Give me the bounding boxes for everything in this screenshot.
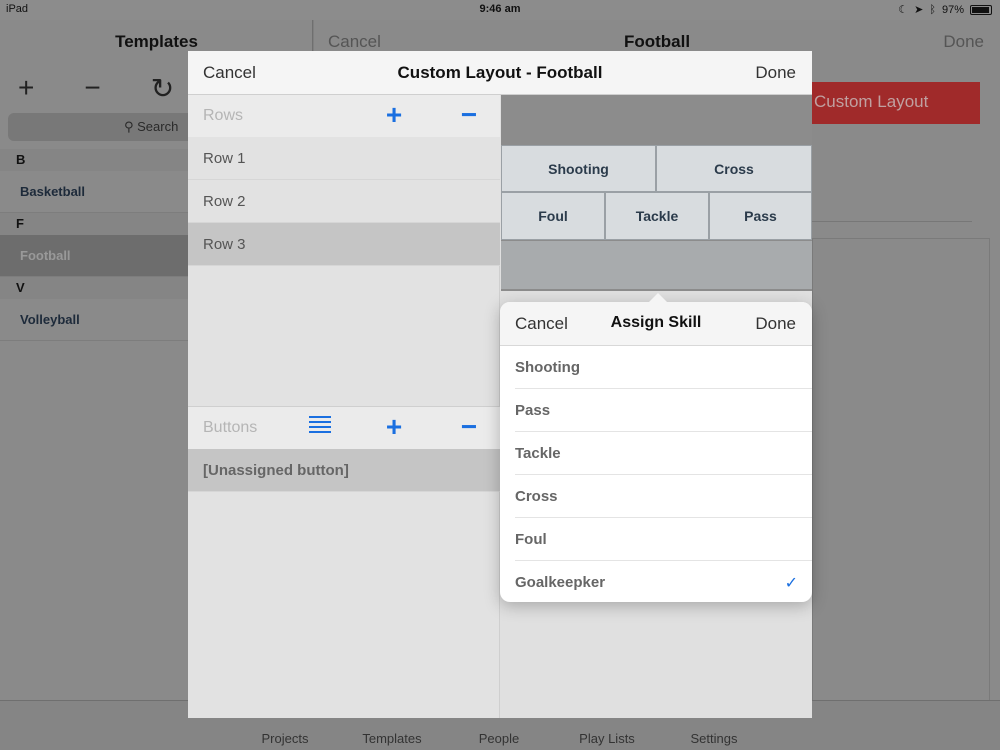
- tab-projects[interactable]: Projects: [240, 731, 330, 746]
- skill-item-tackle[interactable]: Tackle: [500, 432, 812, 475]
- search-placeholder: Search: [137, 119, 179, 134]
- grid-button-shooting[interactable]: Shooting: [501, 145, 656, 192]
- detail-box: [812, 238, 990, 706]
- row-item-2[interactable]: Row 2: [188, 180, 500, 223]
- refresh-icon[interactable]: ↻: [151, 72, 174, 105]
- grid-row-empty[interactable]: [501, 241, 812, 289]
- grid-button-foul[interactable]: Foul: [501, 192, 605, 240]
- layout-preview: Shooting Cross Foul Tackle Pass: [501, 95, 812, 291]
- assign-skill-popover: Cancel Assign Skill Done Shooting Pass T…: [500, 293, 812, 604]
- skill-label: Foul: [515, 531, 547, 548]
- skill-item-shooting[interactable]: Shooting: [500, 346, 812, 389]
- checkmark-icon: ✓: [784, 575, 798, 592]
- search-icon: ⚲: [124, 119, 138, 134]
- skill-label: Shooting: [515, 359, 580, 376]
- remove-icon[interactable]: −: [84, 72, 100, 105]
- popover-done-button[interactable]: Done: [755, 314, 796, 334]
- skill-item-foul[interactable]: Foul: [500, 518, 812, 561]
- battery-percent: 97%: [941, 3, 964, 16]
- detail-done-button[interactable]: Done: [943, 32, 984, 52]
- tab-settings[interactable]: Settings: [669, 731, 759, 746]
- tab-people[interactable]: People: [454, 731, 544, 746]
- skill-label: Goalkeepker: [515, 574, 606, 591]
- grid-button-tackle[interactable]: Tackle: [605, 192, 709, 240]
- grid-button-cross[interactable]: Cross: [656, 145, 812, 192]
- location-icon: ➤: [914, 4, 924, 16]
- skill-label: Tackle: [515, 445, 561, 462]
- skill-label: Pass: [515, 402, 551, 419]
- add-icon[interactable]: +: [18, 72, 34, 105]
- battery-icon: [970, 4, 992, 15]
- buttons-label: Buttons: [203, 419, 258, 436]
- status-icons: ☾ ➤ ᛒ 97%: [898, 3, 992, 16]
- tab-play-lists[interactable]: Play Lists: [562, 731, 652, 746]
- modal-header: Cancel Custom Layout - Football Done: [188, 51, 812, 95]
- remove-button-button[interactable]: −: [456, 413, 482, 441]
- skill-item-pass[interactable]: Pass: [500, 389, 812, 432]
- templates-toolbar: + − ↻: [18, 72, 174, 105]
- modal-done-button[interactable]: Done: [755, 63, 796, 83]
- popover-header: Cancel Assign Skill Done: [500, 302, 812, 346]
- reorder-icon[interactable]: [309, 416, 331, 436]
- detail-title: Football: [623, 32, 691, 51]
- rows-header: Rows + −: [188, 95, 500, 137]
- layout-editor-list: Rows + − Row 1 Row 2 Row 3 Buttons + − […: [188, 95, 500, 718]
- tab-templates[interactable]: Templates: [347, 731, 437, 746]
- skill-item-cross[interactable]: Cross: [500, 475, 812, 518]
- row-item-1[interactable]: Row 1: [188, 137, 500, 180]
- modal-title: Custom Layout - Football: [397, 63, 603, 82]
- bluetooth-icon: ᛒ: [929, 3, 936, 16]
- clock: 9:46 am: [479, 3, 521, 15]
- buttons-header: Buttons + −: [188, 407, 500, 449]
- templates-title: Templates: [115, 32, 198, 51]
- remove-row-button[interactable]: −: [456, 101, 482, 129]
- rows-label: Rows: [203, 107, 244, 124]
- add-row-button[interactable]: +: [381, 101, 407, 129]
- unassigned-button-item[interactable]: [Unassigned button]: [188, 449, 500, 492]
- divider: [812, 221, 972, 222]
- moon-icon: ☾: [898, 4, 909, 16]
- skill-item-goalkeepker[interactable]: Goalkeepker ✓: [500, 561, 812, 604]
- add-button-button[interactable]: +: [381, 413, 407, 441]
- row-item-3[interactable]: Row 3: [188, 223, 500, 266]
- custom-layout-button[interactable]: Custom Layout: [804, 82, 980, 124]
- skill-label: Cross: [515, 488, 558, 505]
- status-bar: iPad 9:46 am ☾ ➤ ᛒ 97%: [0, 0, 1000, 20]
- grid-button-pass[interactable]: Pass: [709, 192, 812, 240]
